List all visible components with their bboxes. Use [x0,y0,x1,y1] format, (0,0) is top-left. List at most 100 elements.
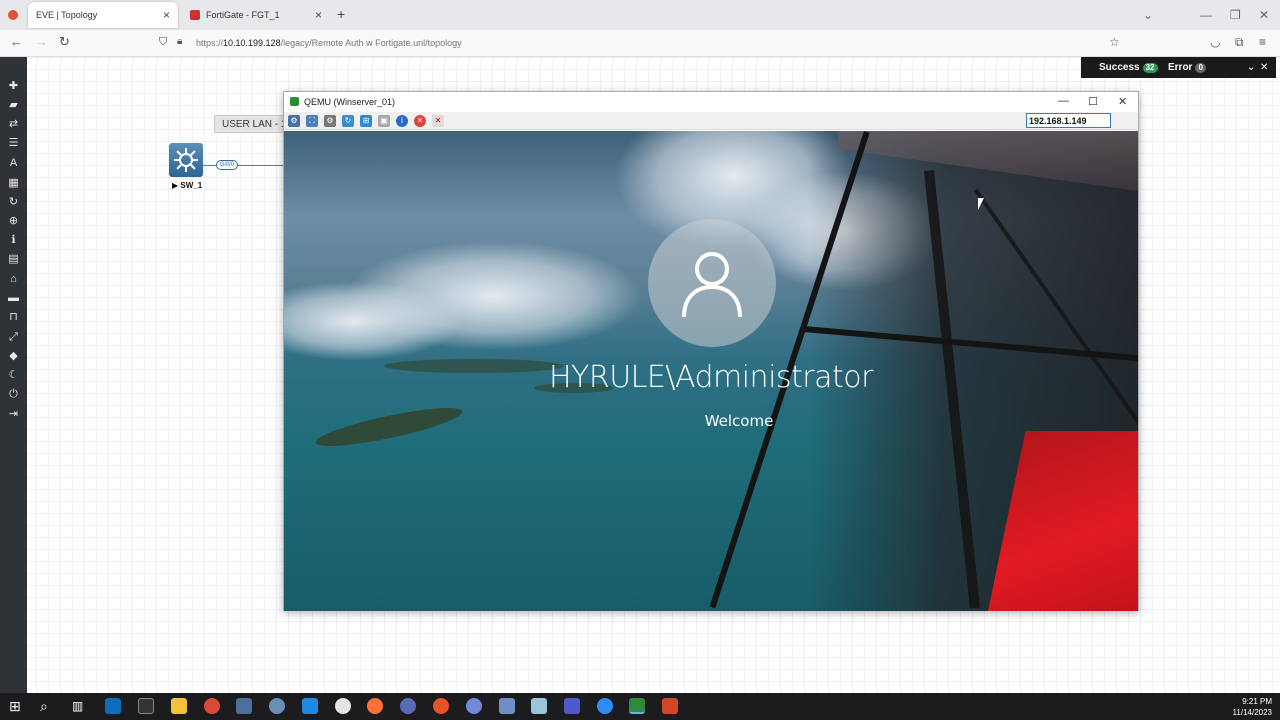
refresh-icon[interactable]: ↻ [342,115,354,127]
user-avatar-icon[interactable] [648,219,776,347]
file-explorer-icon[interactable] [171,698,187,714]
ip-address-field[interactable]: 192.168.1.149 [1026,113,1111,128]
zoom-icon[interactable]: ⊕ [7,215,20,228]
url-field[interactable]: https://10.10.199.128/legacy/Remote Auth… [196,38,462,48]
powerpoint-icon[interactable] [662,698,678,714]
stop-icon[interactable]: ✕ [414,115,426,127]
back-icon[interactable]: ← [10,34,23,49]
url-path: /legacy/Remote Auth w Fortigate.unl/topo… [280,38,462,48]
login-username: HYRULE\Administrator [549,360,873,395]
disconnect-icon[interactable]: ✕ [432,115,444,127]
notepad-icon[interactable] [531,698,547,714]
fullscreen-icon[interactable]: ⤢ [7,331,20,344]
extensions-icon[interactable]: ⧉ [1235,35,1244,50]
slack-icon[interactable] [335,698,351,714]
chat-icon[interactable]: ▬ [7,292,20,305]
minimize-icon[interactable]: — [1200,8,1212,22]
screenshot-icon[interactable]: ▣ [378,115,390,127]
eve-sidebar: ✚ ▰ ⇄ ☰ A ▦ ↻ ⊕ ℹ ▤ ⌂ ▬ ⊓ ⤢ ◆ ☾ ⏻ ⇥ [0,57,27,693]
port-label: Gi0/0 [216,160,238,170]
wireshark-icon[interactable] [269,698,285,714]
refresh-icon[interactable]: ↻ [7,196,20,209]
reload-icon[interactable]: ↻ [59,34,70,50]
url-host: 10.10.199.128 [223,38,281,48]
menu-icon[interactable]: ≡ [1259,35,1266,49]
system-clock[interactable]: 9:21 PM 11/14/2023 [1233,696,1272,718]
defender-icon[interactable] [302,698,318,714]
startup-configs-icon[interactable]: ☰ [7,137,20,150]
search-icon[interactable]: ⌕ [40,698,56,714]
labs-icon[interactable]: ⌂ [7,273,20,286]
qemu-console-window[interactable]: QEMU (Winserver_01) — ☐ ✕ ⚙ ⛶ ⚙ ↻ ⊞ ▣ i … [283,91,1139,611]
fullscreen-icon[interactable]: ⛶ [306,115,318,127]
close-notifications-icon[interactable]: ✕ [1260,62,1268,73]
success-label: Success [1099,62,1140,73]
firefox-icon[interactable] [367,698,383,714]
options-icon[interactable]: ⚙ [324,115,336,127]
bookmark-star-icon[interactable]: ☆ [1109,35,1120,49]
text-icon[interactable]: A [7,157,20,170]
power-icon[interactable]: ⏻ [7,388,20,401]
switch-node-icon[interactable] [169,143,203,177]
shield-icon[interactable]: ⛉ [159,36,167,49]
error-status[interactable]: Error 0 [1168,62,1206,73]
windows-key-icon[interactable]: ⊞ [360,115,372,127]
qemu-title-bar[interactable]: QEMU (Winserver_01) — ☐ ✕ [284,92,1138,112]
new-tab-button[interactable]: + [337,6,345,22]
chrome-icon[interactable] [204,698,220,714]
close-window-icon[interactable]: ✕ [1259,8,1269,22]
switch-name: SW_1 [180,181,203,190]
vmware-icon[interactable] [499,698,515,714]
start-icon[interactable]: ⊞ [9,698,25,714]
vm-login-screen[interactable]: HYRULE\Administrator Welcome [284,131,1138,611]
error-label: Error [1168,62,1193,73]
discord-icon[interactable] [466,698,482,714]
qemu-title: QEMU (Winserver_01) [304,97,396,107]
fortigate-favicon-icon [190,10,200,20]
lock-icon[interactable]: 🔒︎ [177,36,182,47]
network-tool-icon[interactable] [236,698,252,714]
url-prefix: https:// [196,38,224,48]
restore-icon[interactable]: ❐ [1230,8,1241,22]
close-tab-icon[interactable]: × [163,8,170,22]
tab-fortigate[interactable]: FortiGate - FGT_1 × [182,2,330,28]
tag-icon[interactable]: ◆ [7,350,20,363]
teams-icon[interactable] [564,698,580,714]
networks-icon[interactable]: ⇄ [7,118,20,131]
add-object-icon[interactable]: ✚ [7,80,20,93]
qemu-minimize-icon[interactable]: — [1058,95,1069,107]
switch-label[interactable]: ▶ SW_1 [172,181,202,190]
terminal-icon[interactable] [138,698,154,714]
task-view-icon[interactable]: ▥ [72,698,88,714]
pocket-icon[interactable]: ◡ [1210,35,1220,49]
qemu-app-icon [290,97,299,106]
forward-icon[interactable]: → [35,34,48,49]
browser-menu-icon[interactable] [8,10,18,20]
welcome-text: Welcome [704,412,774,430]
info-icon[interactable]: ℹ [7,234,20,247]
grid-icon[interactable]: ▦ [7,177,20,190]
outlook-icon[interactable] [105,698,121,714]
info-icon[interactable]: i [396,115,408,127]
windows-taskbar: ⊞ ⌕ ▥ 9:21 PM 11/14/2023 [0,693,1280,720]
logout-icon[interactable]: ⇥ [7,408,20,421]
qemu-close-icon[interactable]: ✕ [1118,95,1127,108]
clock-time: 9:21 PM [1242,697,1272,706]
lock-icon[interactable]: ⊓ [7,311,20,324]
settings-icon[interactable]: ⚙ [288,115,300,127]
close-tab-icon[interactable]: × [315,8,322,22]
network-user-lan[interactable]: USER LAN - 19 [214,115,294,133]
tab-list-icon[interactable]: ⌄ [1143,8,1153,22]
vpn-icon[interactable] [400,698,416,714]
qemu-toolbar: ⚙ ⛶ ⚙ ↻ ⊞ ▣ i ✕ ✕ 192.168.1.149 [284,112,1138,130]
ftp-icon[interactable] [433,698,449,714]
list-icon[interactable]: ▤ [7,253,20,266]
qemu-maximize-icon[interactable]: ☐ [1088,95,1098,108]
nodes-icon[interactable]: ▰ [7,99,20,112]
success-status[interactable]: Success 32 [1099,62,1158,73]
zoom-icon[interactable] [597,698,613,714]
qemu-taskbar-icon[interactable] [629,698,645,714]
collapse-chevron-icon[interactable]: ⌄ [1247,62,1255,73]
dark-mode-icon[interactable]: ☾ [7,369,20,382]
tab-eve-topology[interactable]: EVE | Topology × [28,2,178,28]
